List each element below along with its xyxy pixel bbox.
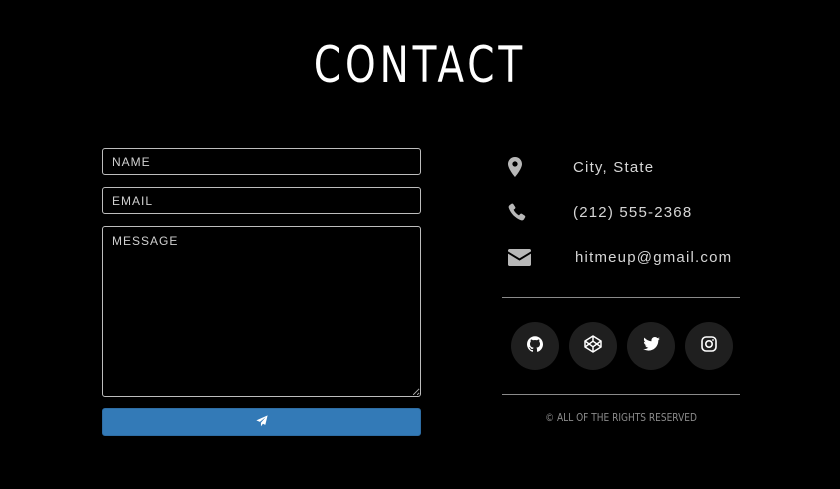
social-links	[511, 322, 733, 370]
divider	[502, 297, 740, 298]
divider	[502, 394, 740, 395]
copyright-text: © ALL OF THE RIGHTS RESERVED	[545, 411, 697, 424]
page-title: CONTACT	[313, 36, 527, 94]
phone-text: (212) 555-2368	[573, 204, 693, 221]
instagram-icon	[701, 335, 717, 357]
phone-row: (212) 555-2368	[502, 195, 740, 240]
codepen-link[interactable]	[569, 322, 617, 370]
paper-plane-icon	[255, 414, 268, 430]
map-marker-icon	[508, 155, 532, 179]
location-text: City, State	[573, 159, 655, 176]
name-input[interactable]	[102, 148, 421, 175]
envelope-icon	[508, 245, 532, 269]
email-input[interactable]	[102, 187, 421, 214]
send-button[interactable]	[102, 408, 421, 436]
message-textarea[interactable]	[102, 226, 421, 397]
twitter-icon	[642, 336, 660, 356]
location-row: City, State	[502, 150, 740, 195]
codepen-icon	[584, 334, 602, 358]
github-link[interactable]	[511, 322, 559, 370]
instagram-link[interactable]	[685, 322, 733, 370]
contact-form	[102, 148, 421, 436]
twitter-link[interactable]	[627, 322, 675, 370]
phone-icon	[508, 200, 532, 224]
email-text: hitmeup@gmail.com	[575, 249, 733, 266]
github-icon	[527, 335, 543, 357]
contact-info: City, State (212) 555-2368 hitmeup@gmail…	[502, 150, 740, 285]
email-row: hitmeup@gmail.com	[502, 240, 740, 285]
